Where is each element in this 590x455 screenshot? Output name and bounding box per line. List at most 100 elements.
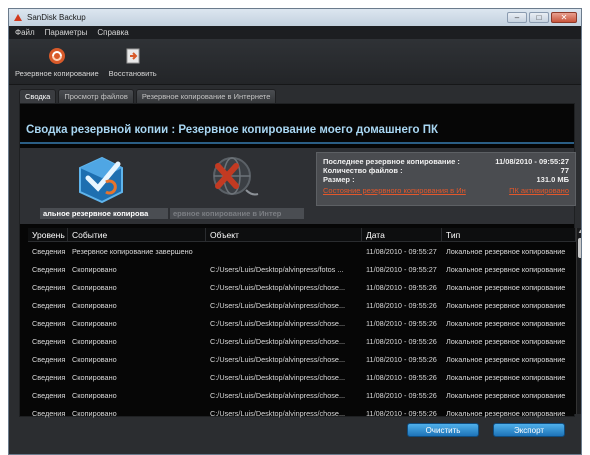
menu-bar: Файл Параметры Справка	[9, 26, 581, 39]
size-value: 131.0 МБ	[536, 175, 570, 184]
table-row[interactable]: Сведения Скопировано C:/Users/Luis/Desktop…	[28, 278, 581, 296]
backup-button[interactable]: Резервное копирование	[15, 46, 99, 78]
row-event: Скопировано	[72, 372, 117, 382]
row-object: C:/Users/Luis/Desktop/alvinpress/chose..…	[210, 390, 346, 400]
row-object: C:/Users/Luis/Desktop/alvinpress/fotos .…	[210, 264, 344, 274]
row-object: C:/Users/Luis/Desktop/alvinpress/chose..…	[210, 372, 346, 382]
event-log-table: Уровень Событие Объект Дата Тип Сведения…	[28, 227, 581, 418]
row-type: Локальное резервное копирование	[446, 336, 566, 346]
row-date: 11/08/2010 - 09:55:27	[366, 264, 437, 274]
row-level: Сведения	[32, 390, 66, 400]
row-object: C:/Users/Luis/Desktop/alvinpress/chose..…	[210, 300, 346, 310]
column-header-object[interactable]: Объект	[206, 227, 362, 242]
log-scrollbar[interactable]: ▲	[576, 228, 581, 414]
row-date: 11/08/2010 - 09:55:27	[366, 246, 437, 256]
table-row[interactable]: Сведения Скопировано C:/Users/Luis/Desktop…	[28, 350, 581, 368]
file-count-label: Количество файлов :	[323, 166, 403, 175]
window-controls: – □ ✕	[507, 12, 577, 23]
table-row[interactable]: Сведения Резервное копирование завершено 1…	[28, 242, 581, 260]
row-object: C:/Users/Luis/Desktop/alvinpress/chose..…	[210, 336, 346, 346]
close-button[interactable]: ✕	[551, 12, 577, 23]
row-date: 11/08/2010 - 09:55:26	[366, 318, 437, 328]
row-type: Локальное резервное копирование	[446, 282, 566, 292]
row-event: Скопировано	[72, 264, 117, 274]
table-row[interactable]: Сведения Скопировано C:/Users/Luis/Desktop…	[28, 404, 581, 422]
row-date: 11/08/2010 - 09:55:26	[366, 354, 437, 364]
size-label: Размер :	[323, 175, 355, 184]
row-type: Локальное резервное копирование	[446, 318, 566, 328]
row-level: Сведения	[32, 408, 66, 418]
minimize-button[interactable]: –	[507, 12, 527, 23]
info-last-backup: Последнее резервное копирование : 11/08/…	[323, 157, 569, 166]
last-backup-value: 11/08/2010 - 09:55:27	[495, 157, 569, 166]
info-file-count: Количество файлов : 77	[323, 166, 569, 175]
last-backup-label: Последнее резервное копирование :	[323, 157, 460, 166]
online-backup-disabled-icon[interactable]	[206, 152, 262, 204]
scroll-thumb[interactable]	[578, 238, 581, 258]
row-date: 11/08/2010 - 09:55:26	[366, 372, 437, 382]
row-object: C:/Users/Luis/Desktop/alvinpress/chose..…	[210, 354, 346, 364]
row-level: Сведения	[32, 354, 66, 364]
menu-file[interactable]: Файл	[15, 28, 35, 37]
tab-file-browser[interactable]: Просмотр файлов	[58, 89, 134, 103]
row-type: Локальное резервное копирование	[446, 264, 566, 274]
window-title: SanDisk Backup	[27, 13, 86, 22]
online-activate-link[interactable]: ПК активировано	[509, 186, 569, 195]
row-level: Сведения	[32, 336, 66, 346]
menu-help[interactable]: Справка	[97, 28, 128, 37]
table-header: Уровень Событие Объект Дата Тип	[28, 227, 581, 242]
export-button[interactable]: Экспорт	[493, 423, 565, 437]
local-backup-caption[interactable]: альное резервное копирова	[40, 208, 168, 219]
row-date: 11/08/2010 - 09:55:26	[366, 300, 437, 310]
row-date: 11/08/2010 - 09:55:26	[366, 282, 437, 292]
title-bar: SanDisk Backup – □ ✕	[9, 9, 581, 26]
table-row[interactable]: Сведения Скопировано C:/Users/Luis/Desktop…	[28, 260, 581, 278]
tab-summary[interactable]: Сводка	[19, 89, 57, 103]
tab-online-backup[interactable]: Резервное копирование в Интернете	[135, 89, 277, 103]
row-event: Скопировано	[72, 300, 117, 310]
local-backup-icon[interactable]	[72, 152, 128, 204]
online-status-link[interactable]: Состояние резервного копирования в Ин	[323, 186, 466, 195]
row-date: 11/08/2010 - 09:55:26	[366, 390, 437, 400]
table-row[interactable]: Сведения Скопировано C:/Users/Luis/Desktop…	[28, 332, 581, 350]
row-level: Сведения	[32, 300, 66, 310]
row-type: Локальное резервное копирование	[446, 300, 566, 310]
row-level: Сведения	[32, 246, 66, 256]
row-event: Резервное копирование завершено	[72, 246, 193, 256]
file-count-value: 77	[560, 166, 569, 175]
row-type: Локальное резервное копирование	[446, 390, 566, 400]
restore-icon	[126, 48, 140, 64]
online-status-link-row: Состояние резервного копирования в Ин ПК…	[323, 186, 569, 195]
clear-button[interactable]: Очистить	[407, 423, 479, 437]
app-window: SanDisk Backup – □ ✕ Файл Параметры Спра…	[8, 8, 582, 455]
toolbar: Резервное копирование Восстановить	[9, 39, 581, 85]
row-event: Скопировано	[72, 390, 117, 400]
table-row[interactable]: Сведения Скопировано C:/Users/Luis/Desktop…	[28, 314, 581, 332]
table-row[interactable]: Сведения Скопировано C:/Users/Luis/Desktop…	[28, 386, 581, 404]
column-header-level[interactable]: Уровень	[28, 227, 68, 242]
row-level: Сведения	[32, 372, 66, 382]
row-event: Скопировано	[72, 408, 117, 418]
maximize-button[interactable]: □	[529, 12, 549, 23]
restore-button[interactable]: Восстановить	[109, 46, 157, 78]
table-row[interactable]: Сведения Скопировано C:/Users/Luis/Desktop…	[28, 296, 581, 314]
row-type: Локальное резервное копирование	[446, 372, 566, 382]
table-body: Сведения Резервное копирование завершено 1…	[28, 242, 581, 422]
scroll-up-icon[interactable]: ▲	[577, 228, 581, 236]
sandisk-logo-icon	[14, 13, 22, 21]
online-backup-caption[interactable]: ервное копирование в Интер	[170, 208, 304, 219]
table-row[interactable]: Сведения Скопировано C:/Users/Luis/Desktop…	[28, 368, 581, 386]
row-level: Сведения	[32, 282, 66, 292]
row-object: C:/Users/Luis/Desktop/alvinpress/chose..…	[210, 282, 346, 292]
row-event: Скопировано	[72, 336, 117, 346]
backup-status-band: альное резервное копирова ервное копиров…	[20, 148, 576, 224]
backup-icon	[48, 48, 65, 64]
column-header-type[interactable]: Тип	[442, 227, 576, 242]
column-header-date[interactable]: Дата	[362, 227, 442, 242]
row-date: 11/08/2010 - 09:55:26	[366, 336, 437, 346]
menu-parameters[interactable]: Параметры	[45, 28, 88, 37]
column-header-event[interactable]: Событие	[68, 227, 206, 242]
backup-info-box: Последнее резервное копирование : 11/08/…	[316, 152, 576, 206]
row-event: Скопировано	[72, 282, 117, 292]
row-object: C:/Users/Luis/Desktop/alvinpress/chose..…	[210, 318, 346, 328]
